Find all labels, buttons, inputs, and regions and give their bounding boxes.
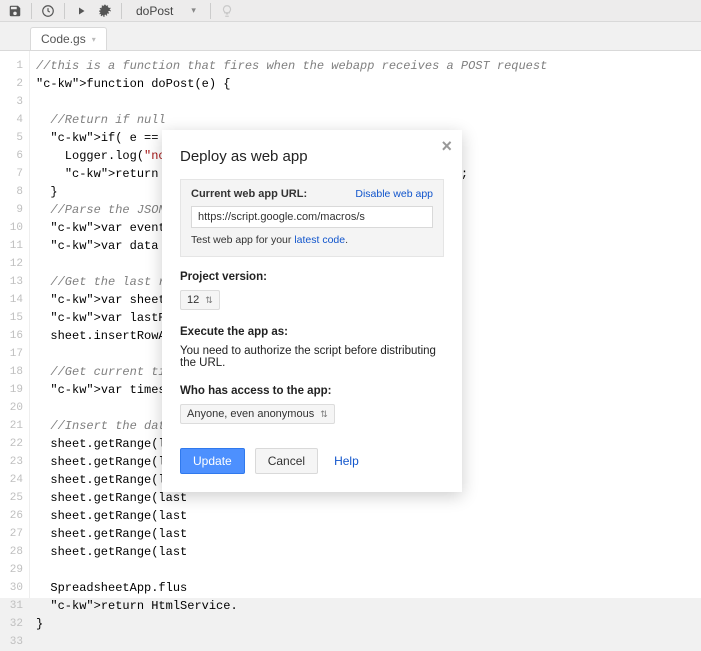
line-gutter: 1234567891011121314151617181920212223242… [0, 51, 30, 598]
current-url-label: Current web app URL: [191, 188, 307, 200]
access-value: Anyone, even anonymous [187, 408, 314, 420]
latest-code-link[interactable]: latest code [294, 234, 345, 246]
function-selector-value: doPost [136, 4, 173, 18]
updown-icon: ⇅ [320, 410, 328, 419]
updown-icon: ⇅ [205, 296, 213, 305]
cancel-button[interactable]: Cancel [255, 448, 318, 474]
chevron-down-icon: ▾ [92, 35, 96, 44]
help-link[interactable]: Help [334, 454, 359, 468]
project-version-select[interactable]: 12 ⇅ [180, 290, 220, 310]
function-selector[interactable]: doPost ▾ [127, 1, 205, 21]
authorize-note: You need to authorize the script before … [180, 345, 444, 369]
save-icon[interactable] [4, 1, 26, 21]
access-select[interactable]: Anyone, even anonymous ⇅ [180, 404, 335, 424]
toolbar-separator [121, 3, 122, 19]
dialog-title: Deploy as web app [180, 148, 444, 165]
webapp-url-field[interactable]: https://script.google.com/macros/s [191, 206, 433, 228]
project-version-value: 12 [187, 294, 199, 306]
project-version-label: Project version: [180, 271, 444, 283]
tab-code-gs[interactable]: Code.gs ▾ [30, 27, 107, 50]
toolbar: doPost ▾ [0, 0, 701, 22]
debug-icon[interactable] [94, 1, 116, 21]
lightbulb-icon[interactable] [216, 1, 238, 21]
update-button[interactable]: Update [180, 448, 245, 474]
test-webapp-line: Test web app for your latest code. [191, 234, 433, 246]
tab-strip: Code.gs ▾ [0, 22, 701, 50]
chevron-down-icon: ▾ [191, 5, 196, 16]
disable-webapp-link[interactable]: Disable web app [355, 188, 433, 200]
access-label: Who has access to the app: [180, 385, 444, 397]
toolbar-separator [64, 3, 65, 19]
toolbar-separator [31, 3, 32, 19]
execute-as-label: Execute the app as: [180, 326, 444, 338]
toolbar-separator [210, 3, 211, 19]
tab-label: Code.gs [41, 32, 86, 46]
close-icon[interactable]: × [441, 136, 452, 157]
run-icon[interactable] [70, 1, 92, 21]
dialog-button-row: Update Cancel Help [180, 448, 444, 474]
current-url-box: Current web app URL: Disable web app htt… [180, 179, 444, 257]
deploy-dialog: × Deploy as web app Current web app URL:… [162, 130, 462, 492]
undo-history-icon[interactable] [37, 1, 59, 21]
